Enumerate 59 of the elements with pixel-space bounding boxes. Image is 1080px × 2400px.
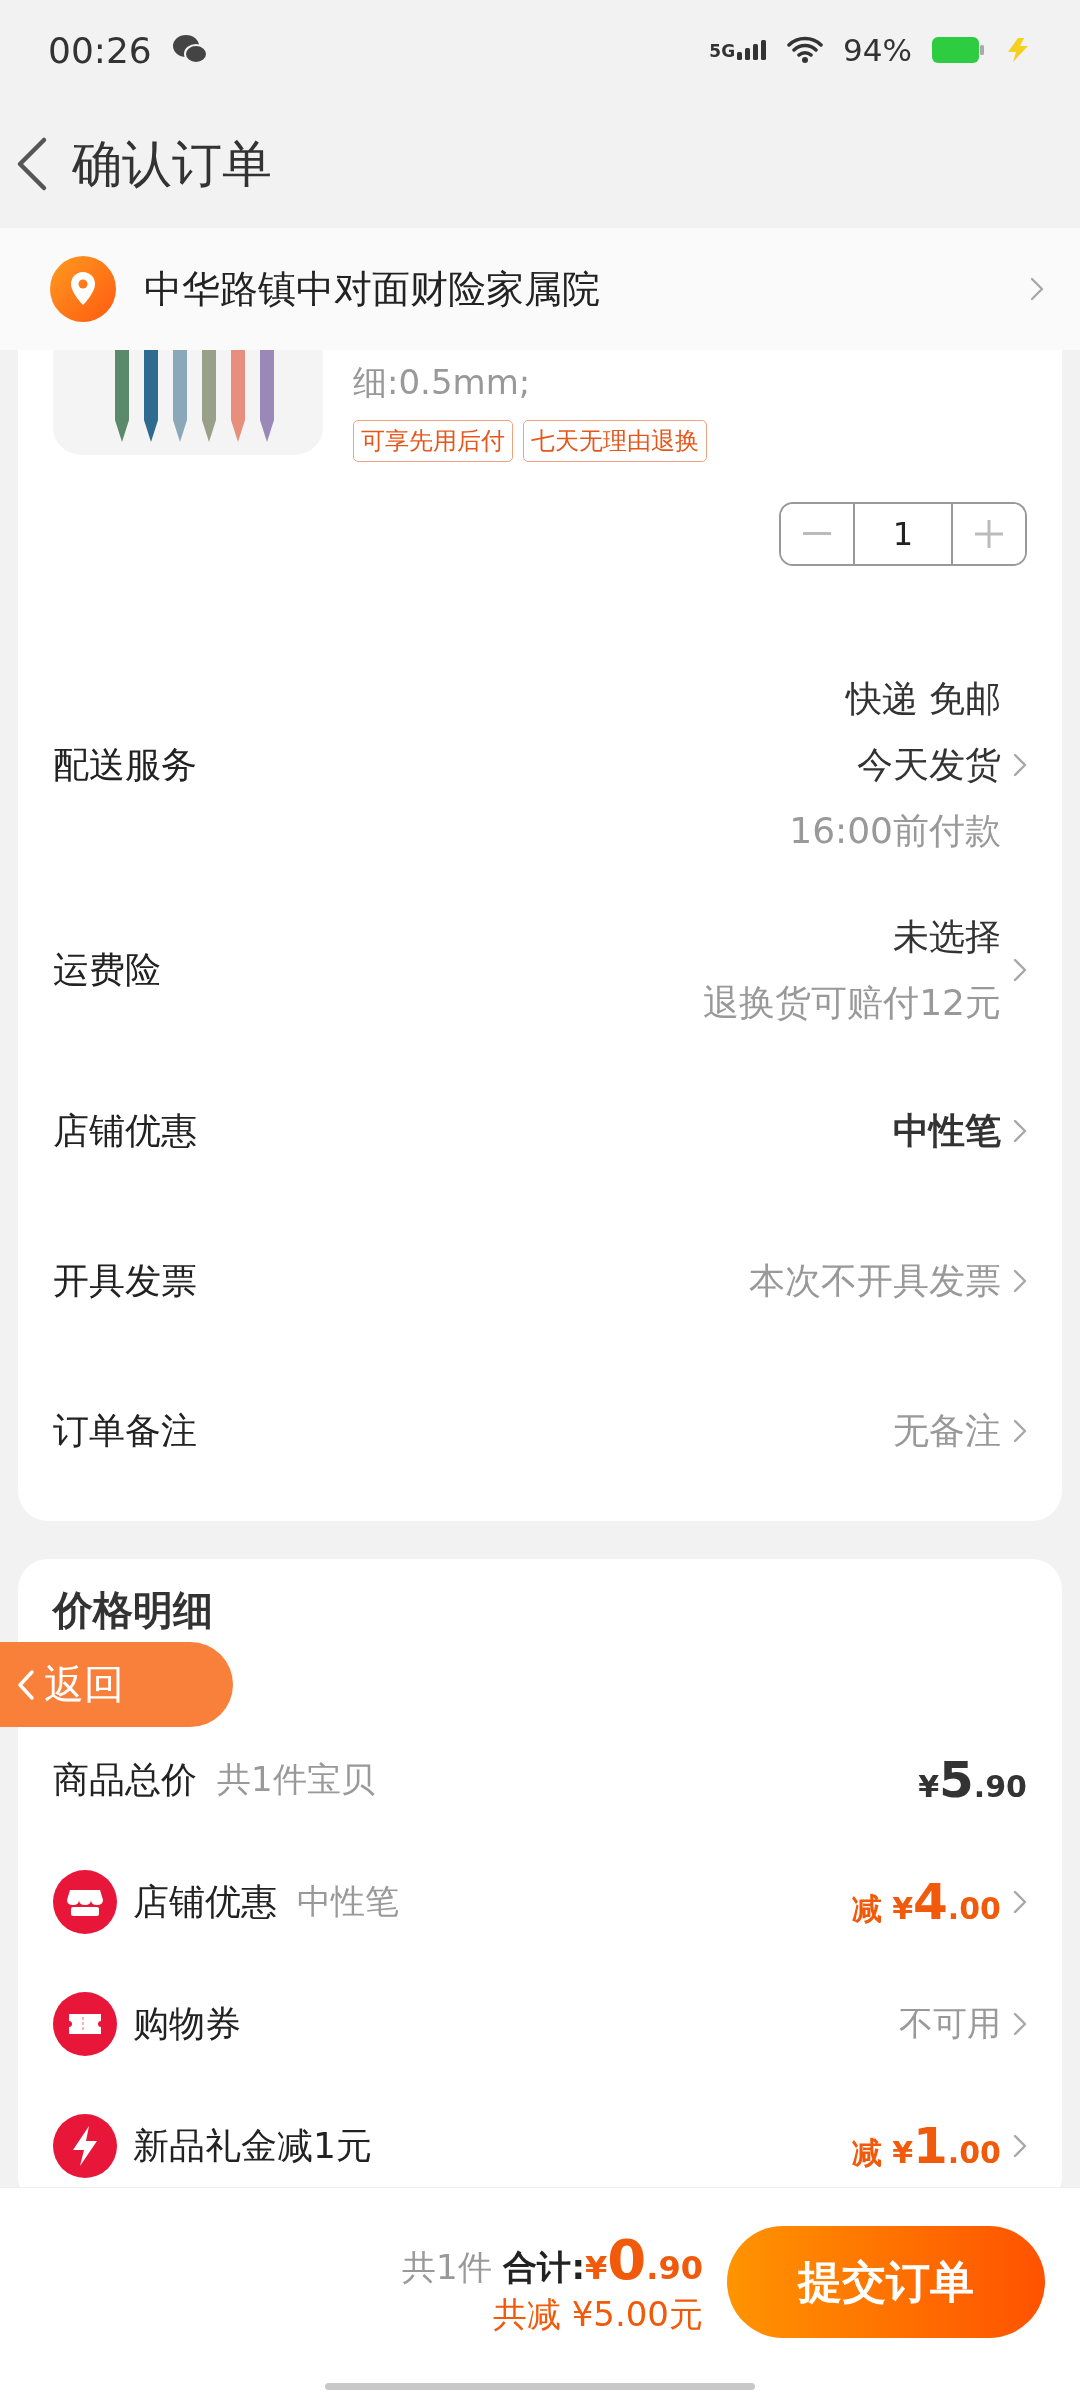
- order-option-row[interactable]: 订单备注 无备注: [53, 1356, 1027, 1506]
- option-value: 本次不开具发票: [749, 1259, 1001, 1303]
- plus-icon: [975, 520, 1003, 548]
- chevron-right-icon: [1013, 1890, 1027, 1914]
- price-amount: 减 ¥1.00: [851, 2117, 1001, 2175]
- order-option-row[interactable]: 店铺优惠 中性笔: [53, 1056, 1027, 1206]
- option-value: 中性笔: [893, 1109, 1001, 1153]
- battery-percent: 94%: [843, 32, 912, 68]
- section-title: 价格明细: [53, 1586, 213, 1635]
- shop-icon: [53, 1870, 117, 1934]
- price-label: 商品总价: [53, 1757, 197, 1802]
- option-label: 开具发票: [53, 1258, 198, 1303]
- chevron-left-icon: [16, 1668, 36, 1701]
- chevron-right-icon: [1013, 958, 1027, 982]
- price-value: 不可用: [899, 2002, 1001, 2045]
- service-tag: 可享先用后付: [353, 420, 513, 462]
- option-value: 今天发货: [857, 743, 1001, 787]
- status-time: 00:26: [48, 29, 152, 71]
- signal-icon: [737, 40, 768, 60]
- option-label: 运费险: [53, 947, 162, 992]
- option-value: 退换货可赔付12元: [703, 981, 1001, 1025]
- price-note: 中性笔: [297, 1880, 399, 1923]
- discount-total: 共减 ¥5.00元: [492, 2292, 703, 2336]
- option-value: 未选择: [893, 915, 1001, 959]
- ticket-icon: [53, 1992, 117, 2056]
- minus-icon: [803, 532, 831, 536]
- network-label: 5G: [709, 43, 736, 60]
- page-title: 确认订单: [72, 133, 272, 195]
- chevron-right-icon: [1030, 277, 1044, 301]
- battery-icon: [932, 37, 984, 63]
- order-option-row[interactable]: 开具发票 本次不开具发票: [53, 1206, 1027, 1356]
- order-option-row[interactable]: 运费险 未选择 退换货可赔付12元: [53, 884, 1027, 1056]
- price-label: 购物券: [133, 2001, 241, 2046]
- option-value: 快递 免邮: [845, 677, 1001, 721]
- location-pin-icon: [50, 256, 116, 322]
- option-label: 订单备注: [53, 1408, 198, 1453]
- product-spec: 细:0.5mm;: [353, 361, 532, 404]
- price-label: 店铺优惠: [133, 1879, 277, 1924]
- price-amount: 减 ¥4.00: [851, 1873, 1001, 1931]
- price-amount: ¥5.90: [918, 1751, 1027, 1809]
- price-label: 新品礼金减1元: [133, 2123, 372, 2168]
- option-value: 无备注: [893, 1409, 1001, 1453]
- order-option-row[interactable]: 配送服务 快递 免邮 今天发货 16:00前付款: [53, 646, 1027, 884]
- chevron-right-icon: [1013, 753, 1027, 777]
- service-tag: 七天无理由退换: [523, 420, 707, 462]
- chevron-right-icon: [1013, 2134, 1027, 2158]
- option-value: 16:00前付款: [789, 809, 1001, 853]
- chevron-right-icon: [1013, 1269, 1027, 1293]
- lightning-icon: [53, 2114, 117, 2178]
- option-label: 配送服务: [53, 742, 198, 787]
- option-label: 店铺优惠: [53, 1108, 198, 1153]
- address-bar[interactable]: 中华路镇中对面财险家属院: [0, 228, 1080, 350]
- price-note: 共1件宝贝: [217, 1758, 375, 1801]
- chevron-right-icon: [1013, 1119, 1027, 1143]
- address-text: 中华路镇中对面财险家属院: [144, 265, 601, 313]
- chevron-right-icon: [1013, 1419, 1027, 1443]
- order-total: 共1件 合计:¥0.90: [402, 2226, 703, 2292]
- chevron-right-icon: [1013, 2012, 1027, 2036]
- wifi-icon: [787, 36, 824, 64]
